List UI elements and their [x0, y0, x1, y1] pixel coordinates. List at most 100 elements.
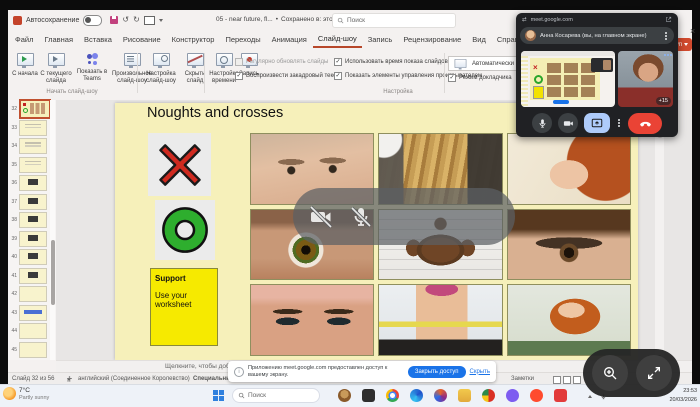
thumbnail-row[interactable]: 37	[8, 193, 56, 211]
tray-chevron-icon[interactable]	[588, 395, 592, 398]
screen-share-tile[interactable]: ×	[521, 51, 615, 107]
slideshow-view-icon[interactable]	[573, 376, 581, 384]
thumbnail-row[interactable]: 35	[8, 156, 56, 174]
tile-options-icon[interactable]	[667, 54, 669, 56]
tab-animations[interactable]: Анимация	[267, 33, 312, 47]
meet-pip-window[interactable]: ⇄ meet.google.com Анна Косарева (вы, на …	[516, 13, 678, 137]
vertical-scrollbar[interactable]	[655, 100, 664, 360]
presenter-view-checkbox[interactable]: Режим докладчика	[448, 74, 512, 82]
thumbnail-row[interactable]: 44	[8, 322, 56, 340]
scrollbar-thumb[interactable]	[51, 240, 55, 305]
webcam-tile[interactable]: +15	[618, 51, 673, 107]
save-icon[interactable]	[110, 16, 118, 24]
from-current-slide-button[interactable]: С текущего слайда	[38, 53, 74, 84]
open-in-new-icon[interactable]	[665, 16, 672, 23]
slide-sorter-icon[interactable]	[563, 376, 571, 384]
tab-home[interactable]: Главная	[39, 33, 78, 47]
slide-thumbnail[interactable]	[19, 342, 47, 358]
slide-title[interactable]: Noughts and crosses	[147, 105, 283, 121]
thumbnail-row[interactable]: 41	[8, 267, 56, 285]
present-in-teams-button[interactable]: Показать в Teams	[72, 53, 112, 82]
photo-redhead-freckles[interactable]	[507, 133, 631, 205]
slide-thumbnail[interactable]	[19, 194, 47, 210]
taskbar-app-pinned[interactable]	[554, 389, 567, 402]
stop-sharing-button[interactable]: Закрыть доступ	[408, 366, 466, 378]
close-window-button[interactable]: ×	[690, 26, 695, 36]
taskbar-app-media[interactable]	[482, 389, 495, 402]
redo-icon[interactable]: ↻	[133, 16, 140, 24]
language-indicator[interactable]: английский (Соединенное Королевство)	[78, 376, 190, 382]
end-call-button[interactable]	[628, 113, 662, 134]
thumbnail-row[interactable]: 34	[8, 137, 56, 155]
more-options-icon[interactable]	[665, 35, 667, 37]
hide-slide-button[interactable]: Скрыть слайд	[180, 53, 210, 84]
slide-thumbnail[interactable]	[19, 249, 47, 265]
fullscreen-button[interactable]	[636, 355, 672, 391]
taskbar-app-viber[interactable]	[506, 389, 519, 402]
tab-transitions[interactable]: Переходы	[220, 33, 265, 47]
tab-view[interactable]: Вид	[467, 33, 491, 47]
from-beginning-button[interactable]: С начала	[10, 53, 40, 78]
normal-view-icon[interactable]	[553, 376, 561, 384]
taskbar-app-opera[interactable]	[530, 389, 543, 402]
slide-thumbnail[interactable]	[19, 99, 51, 119]
taskbar-search[interactable]: Поиск	[232, 388, 320, 403]
tab-design[interactable]: Конструктор	[167, 33, 220, 47]
taskbar-app-widgets[interactable]	[338, 389, 351, 402]
tab-file[interactable]: Файл	[10, 33, 38, 47]
tab-record[interactable]: Запись	[363, 33, 398, 47]
notes-toggle[interactable]: Заметки	[511, 376, 534, 382]
use-timings-checkbox[interactable]: Использовать время показа слайдов	[334, 58, 448, 66]
photo-waist-measuring-tape[interactable]	[378, 284, 502, 356]
taskbar-clock[interactable]: 23:53 20/03/2026	[669, 387, 697, 405]
thumbnail-row-selected[interactable]: 32	[8, 100, 56, 118]
panel-scrollbar[interactable]	[50, 100, 55, 360]
more-participants-badge[interactable]: +15	[656, 97, 671, 105]
more-controls-icon[interactable]	[618, 122, 620, 124]
participant-bar[interactable]: Анна Косарева (вы, на главном экране)	[520, 27, 674, 44]
quick-access-dropdown-icon[interactable]	[159, 19, 163, 22]
taskbar-app-chrome[interactable]	[386, 389, 399, 402]
taskbar-app-edge[interactable]	[410, 389, 423, 402]
slide-thumbnail[interactable]	[19, 268, 47, 284]
thumbnail-row[interactable]: 36	[8, 174, 56, 192]
autosave-toggle[interactable]	[83, 15, 102, 26]
photo-redhead-woman-portrait[interactable]	[507, 284, 631, 356]
photo-eye-long-lashes[interactable]	[507, 209, 631, 281]
hide-link[interactable]: Скрыть	[470, 369, 490, 375]
undo-icon[interactable]: ↺	[122, 16, 129, 24]
taskbar-app-explorer[interactable]	[362, 389, 375, 402]
slide-thumbnail[interactable]	[19, 138, 47, 154]
search-input[interactable]: Поиск	[332, 13, 456, 28]
tab-insert[interactable]: Вставка	[79, 33, 117, 47]
start-button[interactable]	[213, 390, 224, 401]
slide-thumbnail[interactable]	[19, 323, 47, 339]
slide[interactable]: Noughts and crosses Support Use your wor…	[115, 103, 638, 360]
taskbar-app-browser[interactable]	[434, 389, 447, 402]
present-button[interactable]	[584, 113, 610, 133]
thumbnail-row[interactable]: 43	[8, 304, 56, 322]
weather-widget[interactable]: 7°C Partly sunny	[3, 387, 49, 401]
mic-button[interactable]	[532, 113, 552, 133]
slideshow-quick-icon[interactable]	[144, 16, 155, 25]
slide-thumbnail[interactable]	[19, 175, 47, 191]
slide-thumbnail[interactable]	[19, 286, 47, 302]
camera-button[interactable]	[558, 113, 578, 133]
thumbnail-row[interactable]: 45	[8, 341, 56, 359]
setup-slideshow-button[interactable]: Настройка слайд-шоу	[142, 53, 180, 84]
tab-draw[interactable]: Рисование	[118, 33, 166, 47]
thumbnail-row[interactable]: 33	[8, 119, 56, 137]
thumbnail-row[interactable]: 38	[8, 211, 56, 229]
zoom-in-button[interactable]	[592, 355, 628, 391]
thumbnail-row[interactable]: 39	[8, 230, 56, 248]
thumbnail-row[interactable]: 40	[8, 248, 56, 266]
tab-slideshow[interactable]: Слайд-шоу	[313, 32, 362, 48]
slide-thumbnail[interactable]	[19, 120, 47, 136]
cross-symbol[interactable]	[148, 133, 211, 196]
thumbnail-row[interactable]: 42	[8, 285, 56, 303]
slide-thumbnail[interactable]	[19, 212, 47, 228]
nought-symbol[interactable]	[155, 200, 215, 260]
slide-thumbnail[interactable]	[19, 231, 47, 247]
play-narration-checkbox[interactable]: Воспроизвести закадровый текст	[235, 72, 339, 80]
photo-dramatic-eye-makeup[interactable]	[250, 284, 374, 356]
